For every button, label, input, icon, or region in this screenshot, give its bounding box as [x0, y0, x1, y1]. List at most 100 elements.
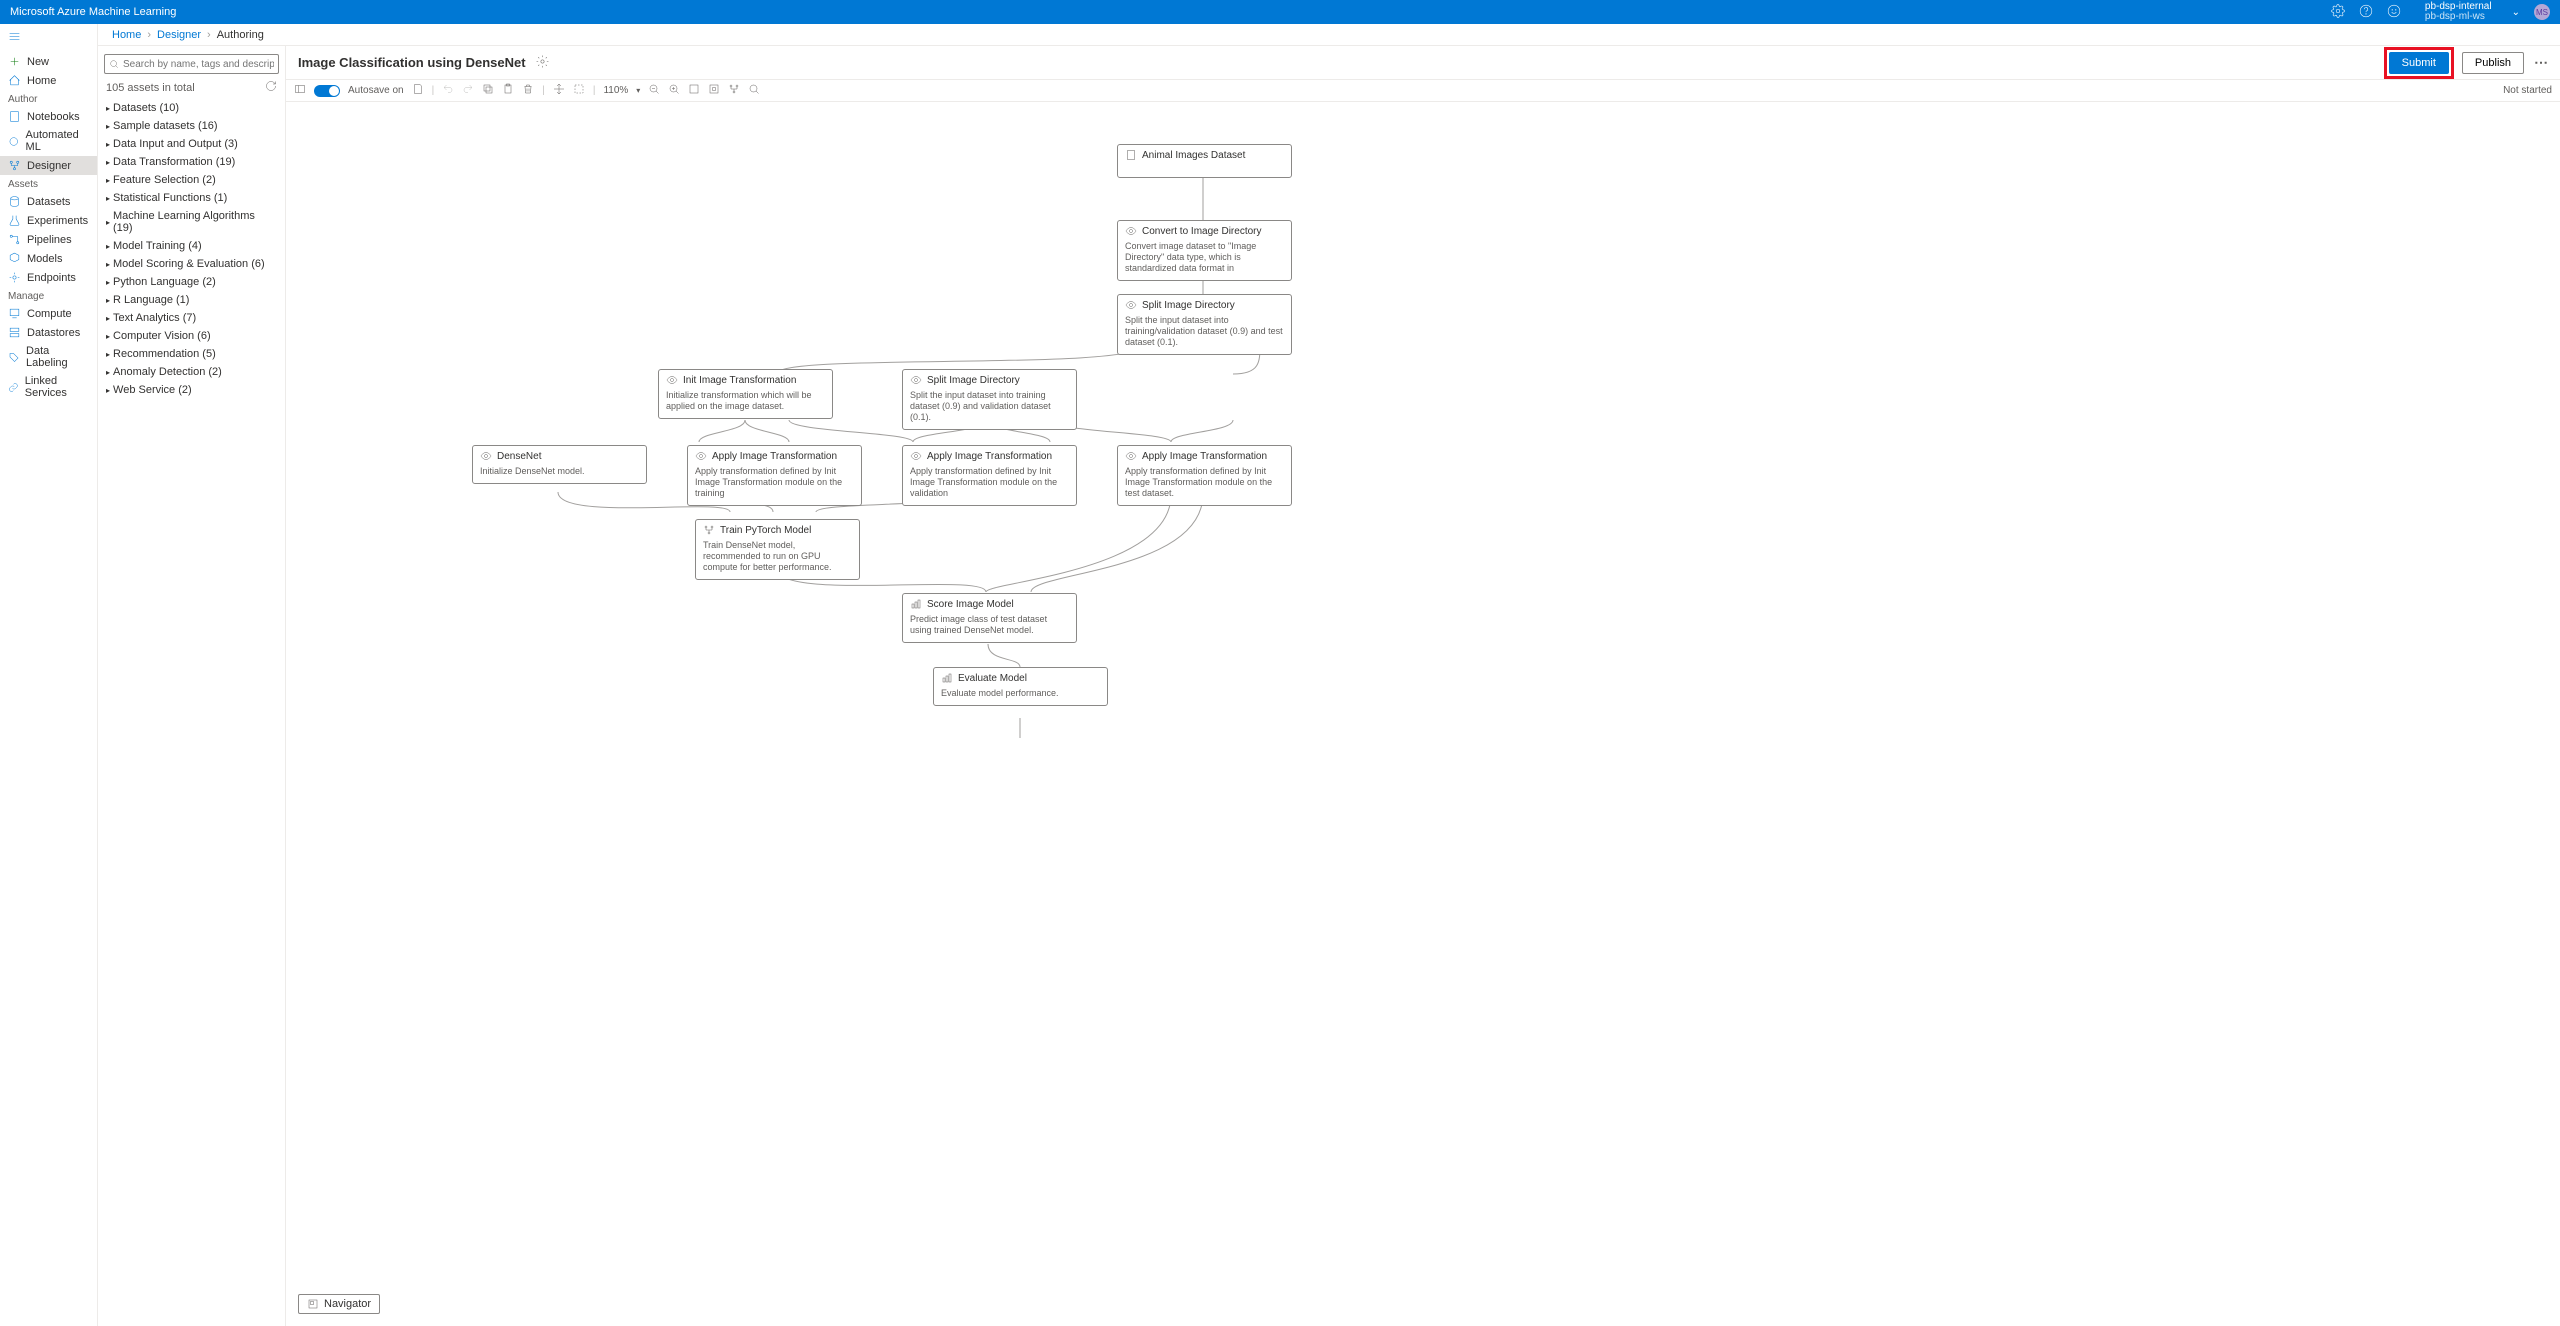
- nav-experiments[interactable]: Experiments: [0, 211, 97, 230]
- more-icon[interactable]: ⋯: [2534, 54, 2548, 71]
- wires: [286, 102, 2560, 1326]
- paste-icon[interactable]: [502, 83, 514, 98]
- chevron-right-icon: ▸: [106, 176, 110, 185]
- nav-pipelines[interactable]: Pipelines: [0, 230, 97, 249]
- hierarchy-icon[interactable]: [728, 83, 740, 98]
- node-init[interactable]: Init Image Transformation Initialize tra…: [658, 369, 833, 419]
- nav-notebooks[interactable]: Notebooks: [0, 107, 97, 126]
- nav-linked[interactable]: Linked Services: [0, 372, 97, 402]
- dataset-icon: [1125, 149, 1137, 161]
- score-icon: [910, 598, 922, 610]
- asset-category[interactable]: ▸R Language (1): [102, 291, 281, 309]
- autosave-toggle[interactable]: [314, 85, 340, 97]
- search-canvas-icon[interactable]: [748, 83, 760, 98]
- navigator-button[interactable]: Navigator: [298, 1294, 380, 1314]
- node-train[interactable]: Train PyTorch Model Train DenseNet model…: [695, 519, 860, 580]
- node-apply2[interactable]: Apply Image Transformation Apply transfo…: [902, 445, 1077, 506]
- nav-endpoints[interactable]: Endpoints: [0, 268, 97, 287]
- nav-automl[interactable]: Automated ML: [0, 126, 97, 156]
- workspace-selector[interactable]: pb-dsp-internal pb-dsp-ml-ws: [2425, 2, 2492, 22]
- nav-datasets[interactable]: Datasets: [0, 192, 97, 211]
- avatar[interactable]: MS: [2534, 4, 2550, 20]
- crumb-designer[interactable]: Designer: [157, 29, 201, 41]
- asset-category[interactable]: ▸Model Training (4): [102, 237, 281, 255]
- node-apply3[interactable]: Apply Image Transformation Apply transfo…: [1117, 445, 1292, 506]
- show-panel-icon[interactable]: [294, 83, 306, 98]
- fit-icon[interactable]: [688, 83, 700, 98]
- asset-search-input[interactable]: [123, 59, 274, 70]
- feedback-icon[interactable]: [2387, 4, 2401, 21]
- node-split2[interactable]: Split Image Directory Split the input da…: [902, 369, 1077, 430]
- node-convert[interactable]: Convert to Image Directory Convert image…: [1117, 220, 1292, 281]
- chevron-down-icon[interactable]: ⌄: [2512, 7, 2520, 18]
- asset-search[interactable]: [104, 54, 279, 74]
- asset-category[interactable]: ▸Model Scoring & Evaluation (6): [102, 255, 281, 273]
- nav-section-author: Author: [0, 90, 97, 107]
- nav-home[interactable]: Home: [0, 71, 97, 90]
- node-apply1[interactable]: Apply Image Transformation Apply transfo…: [687, 445, 862, 506]
- asset-panel: Home› Designer› Authoring 105 assets in …: [98, 24, 286, 1326]
- nav-datalabeling[interactable]: Data Labeling: [0, 342, 97, 372]
- search-icon: [109, 59, 119, 69]
- asset-category[interactable]: ▸Data Transformation (19): [102, 153, 281, 171]
- chevron-right-icon: ▸: [106, 278, 110, 287]
- nav-models[interactable]: Models: [0, 249, 97, 268]
- actual-icon[interactable]: [708, 83, 720, 98]
- nav-designer[interactable]: Designer: [0, 156, 97, 175]
- submit-button[interactable]: Submit: [2389, 52, 2449, 74]
- zoom-in-icon[interactable]: [668, 83, 680, 98]
- nav-compute[interactable]: Compute: [0, 304, 97, 323]
- eye-icon: [695, 450, 707, 462]
- refresh-icon[interactable]: [265, 80, 277, 95]
- asset-category[interactable]: ▸Web Service (2): [102, 381, 281, 399]
- zoom-level[interactable]: 110%: [603, 85, 628, 96]
- asset-category[interactable]: ▸Statistical Functions (1): [102, 189, 281, 207]
- zoom-out-icon[interactable]: [648, 83, 660, 98]
- eye-icon: [910, 450, 922, 462]
- eye-icon: [910, 374, 922, 386]
- asset-category[interactable]: ▸Python Language (2): [102, 273, 281, 291]
- nav-datastores[interactable]: Datastores: [0, 323, 97, 342]
- pan-icon[interactable]: [553, 83, 565, 98]
- asset-category[interactable]: ▸Computer Vision (6): [102, 327, 281, 345]
- node-animal-dataset[interactable]: Animal Images Dataset: [1117, 144, 1292, 178]
- asset-category[interactable]: ▸Data Input and Output (3): [102, 135, 281, 153]
- chevron-right-icon: ▸: [106, 140, 110, 149]
- pipeline-settings-icon[interactable]: [536, 55, 549, 71]
- settings-icon[interactable]: [2331, 4, 2345, 21]
- save-icon[interactable]: [412, 83, 424, 98]
- node-split1[interactable]: Split Image Directory Split the input da…: [1117, 294, 1292, 355]
- chevron-right-icon: ▸: [106, 368, 110, 377]
- undo-icon[interactable]: [442, 83, 454, 98]
- node-densenet[interactable]: DenseNet Initialize DenseNet model.: [472, 445, 647, 484]
- asset-category[interactable]: ▸Feature Selection (2): [102, 171, 281, 189]
- asset-category[interactable]: ▸Datasets (10): [102, 99, 281, 117]
- hamburger-icon[interactable]: [0, 24, 97, 52]
- chevron-right-icon: ▸: [106, 296, 110, 305]
- select-icon[interactable]: [573, 83, 585, 98]
- node-eval[interactable]: Evaluate Model Evaluate model performanc…: [933, 667, 1108, 706]
- product-name: Microsoft Azure Machine Learning: [10, 6, 2331, 18]
- crumb-home[interactable]: Home: [112, 29, 141, 41]
- eye-icon: [1125, 225, 1137, 237]
- asset-category[interactable]: ▸Sample datasets (16): [102, 117, 281, 135]
- asset-category[interactable]: ▸Recommendation (5): [102, 345, 281, 363]
- left-nav: New Home Author Notebooks Automated ML D…: [0, 24, 98, 1326]
- help-icon[interactable]: [2359, 4, 2373, 21]
- pipeline-canvas[interactable]: Animal Images Dataset Convert to Image D…: [286, 102, 2560, 1326]
- redo-icon[interactable]: [462, 83, 474, 98]
- publish-button[interactable]: Publish: [2462, 52, 2524, 74]
- navigator-icon: [307, 1298, 319, 1310]
- chevron-right-icon: ▸: [106, 260, 110, 269]
- asset-category-list: ▸Datasets (10)▸Sample datasets (16)▸Data…: [98, 99, 285, 1326]
- asset-category[interactable]: ▸Text Analytics (7): [102, 309, 281, 327]
- node-score[interactable]: Score Image Model Predict image class of…: [902, 593, 1077, 643]
- asset-category[interactable]: ▸Machine Learning Algorithms (19): [102, 207, 281, 237]
- asset-category[interactable]: ▸Anomaly Detection (2): [102, 363, 281, 381]
- delete-icon[interactable]: [522, 83, 534, 98]
- nav-new[interactable]: New: [0, 52, 97, 71]
- copy-icon[interactable]: [482, 83, 494, 98]
- autosave-label: Autosave on: [348, 85, 404, 96]
- nav-section-manage: Manage: [0, 287, 97, 304]
- eval-icon: [941, 672, 953, 684]
